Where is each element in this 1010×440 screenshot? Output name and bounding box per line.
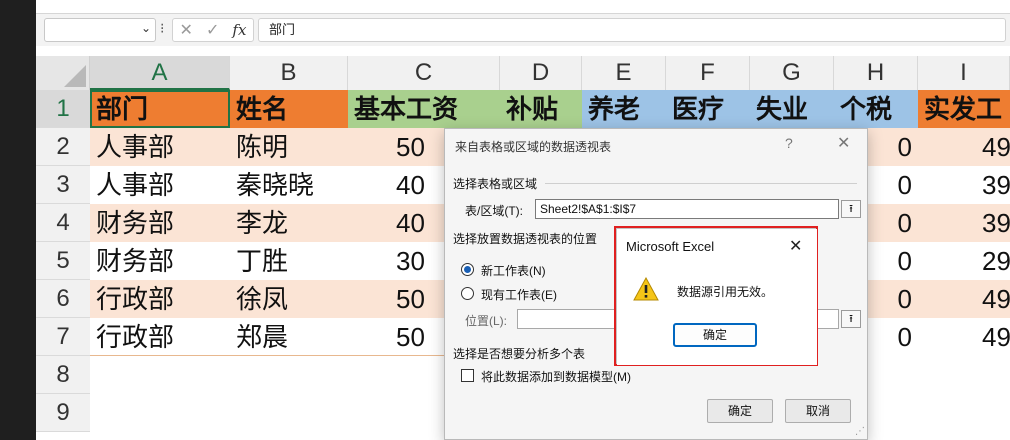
column-header-c[interactable]: C [348, 56, 500, 90]
new-worksheet-radio[interactable] [461, 263, 474, 276]
section-location-label: 选择放置数据透视表的位置 [453, 232, 598, 246]
cell-b5[interactable]: 丁胜 [230, 242, 348, 280]
formula-bar: ⌄ ⁝ ✕ ✓ fx 部门 [36, 14, 1010, 46]
close-icon[interactable]: ✕ [789, 236, 802, 256]
cell-i5[interactable]: 29 [918, 242, 1010, 280]
cell-a4[interactable]: 财务部 [90, 204, 230, 242]
location-label: 位置(L): [465, 314, 508, 328]
cell-i6[interactable]: 49 [918, 280, 1010, 318]
row-header-5[interactable]: 5 [36, 242, 90, 280]
cell-c1[interactable]: 基本工资 [348, 90, 500, 128]
close-icon[interactable]: ✕ [837, 133, 850, 153]
cell-a7[interactable]: 行政部 [90, 318, 230, 356]
cell-b1[interactable]: 姓名 [230, 90, 348, 128]
cell-a5[interactable]: 财务部 [90, 242, 230, 280]
data-model-label[interactable]: 将此数据添加到数据模型(M) [481, 368, 631, 385]
row-header-2[interactable]: 2 [36, 128, 90, 166]
formula-input[interactable]: 部门 [258, 18, 1006, 42]
error-ok-button[interactable]: 确定 [673, 323, 757, 347]
range-input[interactable]: Sheet2!$A$1:$I$7 [535, 199, 839, 219]
ribbon-edge [36, 0, 1010, 14]
cell-g1[interactable]: 失业 [750, 90, 834, 128]
row-header-1[interactable]: 1 [36, 90, 90, 128]
column-header-f[interactable]: F [666, 56, 750, 90]
row-header-8[interactable]: 8 [36, 356, 90, 394]
cell-a1[interactable]: 部门 [90, 90, 230, 128]
cell-e1[interactable]: 养老 [582, 90, 666, 128]
cell-a3[interactable]: 人事部 [90, 166, 230, 204]
collapse-location-icon[interactable]: ⭱ [841, 310, 861, 328]
insert-function-button[interactable]: fx [232, 21, 246, 39]
cell-a6[interactable]: 行政部 [90, 280, 230, 318]
divider [545, 183, 857, 184]
row-header-7[interactable]: 7 [36, 318, 90, 356]
cell-b4[interactable]: 李龙 [230, 204, 348, 242]
formula-bar-separator: ⁝ [160, 20, 165, 36]
select-all-button[interactable] [36, 56, 90, 90]
cell-b7[interactable]: 郑晨 [230, 318, 348, 356]
cell-b6[interactable]: 徐凤 [230, 280, 348, 318]
error-message: 数据源引用无效。 [677, 285, 774, 299]
column-header-h[interactable]: H [834, 56, 918, 90]
cancel-icon[interactable]: ✕ [180, 20, 193, 40]
column-header-d[interactable]: D [500, 56, 582, 90]
row-header-9[interactable]: 9 [36, 394, 90, 432]
cell-i2[interactable]: 49 [918, 128, 1010, 166]
column-header-a[interactable]: A [90, 56, 230, 90]
formula-tools: ✕ ✓ fx [172, 18, 254, 42]
new-worksheet-label[interactable]: 新工作表(N) [481, 262, 546, 279]
name-box[interactable]: ⌄ [44, 18, 156, 42]
cancel-button[interactable]: 取消 [785, 399, 851, 423]
cell-i7[interactable]: 49 [918, 318, 1010, 356]
error-titlebar: Microsoft Excel ✕ [617, 229, 817, 263]
row-header-3[interactable]: 3 [36, 166, 90, 204]
error-body: 数据源引用无效。 确定 [617, 263, 817, 365]
cell-i3[interactable]: 39 [918, 166, 1010, 204]
help-icon[interactable]: ? [785, 135, 793, 151]
error-message-box: Microsoft Excel ✕ 数据源引用无效。 确定 [616, 228, 817, 365]
warning-icon [633, 277, 659, 301]
column-header-g[interactable]: G [750, 56, 834, 90]
collapse-dialog-icon[interactable]: ⭱ [841, 200, 861, 218]
cell-d1[interactable]: 补贴 [500, 90, 582, 128]
section-analyze-label: 选择是否想要分析多个表 [453, 347, 586, 361]
cell-f1[interactable]: 医疗 [666, 90, 750, 128]
data-model-checkbox[interactable] [461, 369, 474, 382]
row-header-4[interactable]: 4 [36, 204, 90, 242]
highlight-frame: Microsoft Excel ✕ 数据源引用无效。 确定 [614, 226, 818, 366]
cell-b2[interactable]: 陈明 [230, 128, 348, 166]
resize-grip-icon[interactable]: ⋰ [855, 426, 865, 437]
ok-button[interactable]: 确定 [707, 399, 773, 423]
cell-i4[interactable]: 39 [918, 204, 1010, 242]
left-edge-strip [0, 0, 36, 440]
section-source-label: 选择表格或区域 [453, 177, 538, 191]
cell-i1[interactable]: 实发工 [918, 90, 1010, 128]
chevron-down-icon[interactable]: ⌄ [141, 21, 151, 35]
cell-a2[interactable]: 人事部 [90, 128, 230, 166]
existing-worksheet-radio[interactable] [461, 287, 474, 300]
existing-worksheet-label[interactable]: 现有工作表(E) [481, 286, 557, 303]
range-label: 表/区域(T): [465, 204, 523, 218]
column-header-b[interactable]: B [230, 56, 348, 90]
row-header-6[interactable]: 6 [36, 280, 90, 318]
cell-h1[interactable]: 个税 [834, 90, 918, 128]
cell-b3[interactable]: 秦晓晓 [230, 166, 348, 204]
column-header-e[interactable]: E [582, 56, 666, 90]
dialog-title: 来自表格或区域的数据透视表 [455, 140, 612, 154]
enter-icon[interactable]: ✓ [206, 20, 219, 40]
column-header-i[interactable]: I [918, 56, 1010, 90]
error-title: Microsoft Excel [626, 239, 715, 254]
